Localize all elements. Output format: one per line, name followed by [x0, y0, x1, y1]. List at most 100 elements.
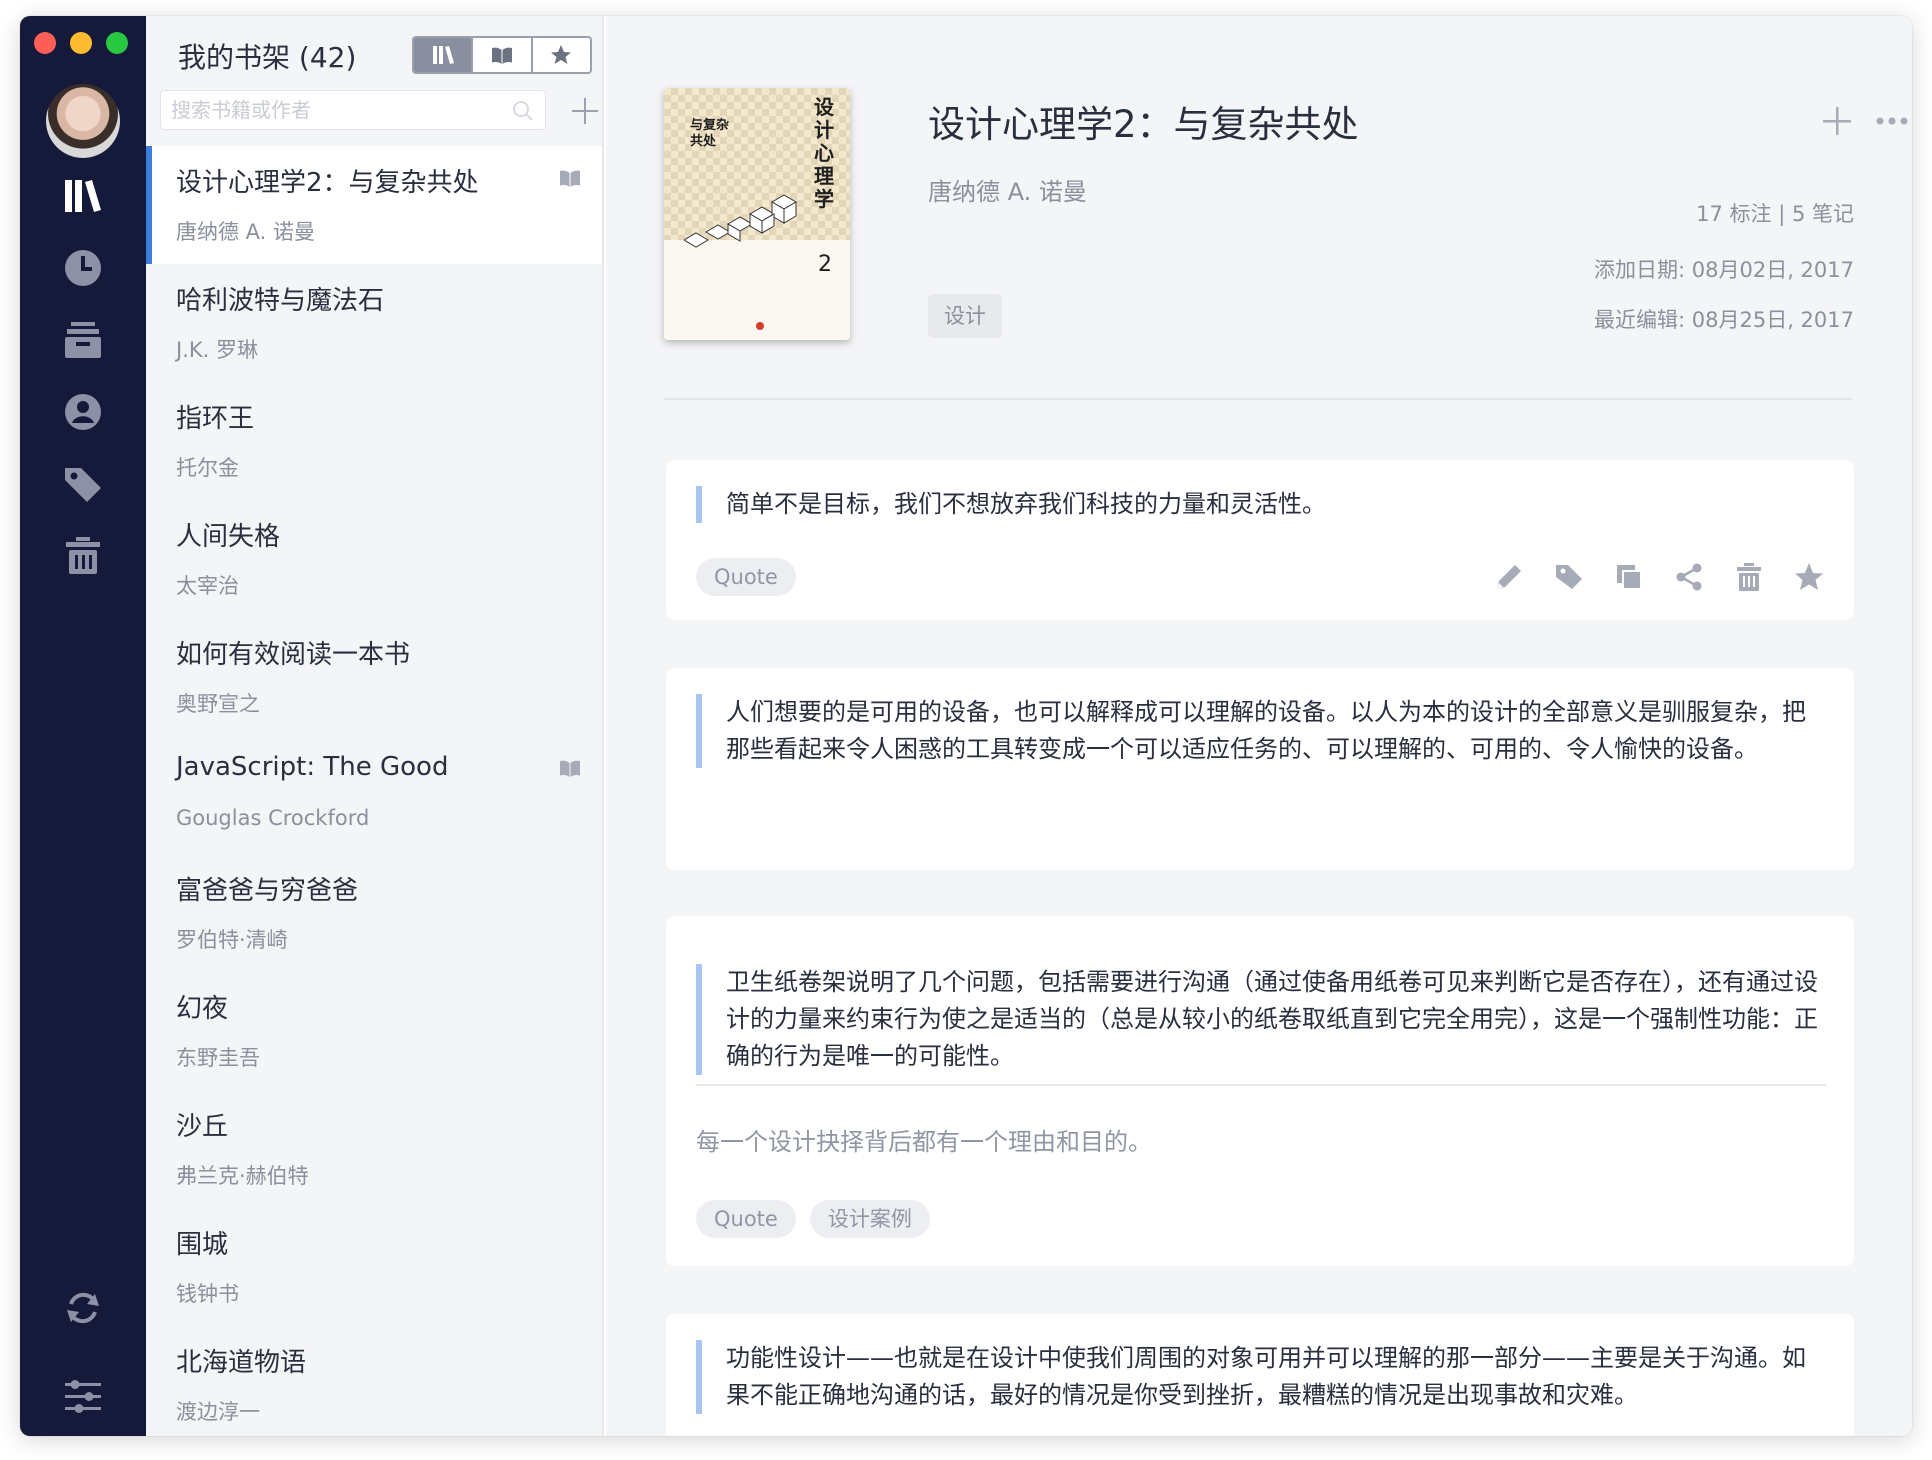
book-list-panel: 我的书架 (42) 设计心理学2：与复杂共处 唐纳德 A. 诺曼 [146, 16, 604, 1436]
book-list-item[interactable]: 哈利波特与魔法石 J.K. 罗琳 [146, 264, 602, 382]
book-list: 设计心理学2：与复杂共处 唐纳德 A. 诺曼 哈利波特与魔法石 J.K. 罗琳 … [146, 146, 602, 1436]
note-comment: 每一个设计抉择背后都有一个理由和目的。 [696, 1128, 1152, 1156]
book-detail-panel: 设计心理学 与复杂共处 2 设计心理学2：与复杂共处 唐纳德 A. 诺曼 设计 … [606, 16, 1912, 1436]
cover-title: 设计心理学 [814, 95, 834, 211]
nav-settings[interactable] [53, 1366, 113, 1426]
archive-icon [65, 322, 101, 358]
nav-recent[interactable] [53, 238, 113, 298]
cover-number: 2 [818, 252, 832, 277]
share-icon [1676, 563, 1702, 591]
note-tags: Quote [696, 558, 796, 596]
edit-note-button[interactable] [1490, 558, 1528, 596]
annotation-counts: 17 标注 | 5 笔记 [1696, 202, 1854, 226]
book-item-title: 设计心理学2：与复杂共处 [176, 168, 479, 198]
open-book-icon [560, 170, 580, 187]
book-list-item[interactable]: 如何有效阅读一本书 奥野宣之 [146, 618, 602, 736]
share-note-button[interactable] [1670, 558, 1708, 596]
close-window-button[interactable] [34, 32, 56, 54]
nav-tags[interactable] [53, 454, 113, 514]
note-card[interactable]: 功能性设计——也就是在设计中使我们周围的对象可用并可以理解的那一部分——主要是关… [666, 1314, 1854, 1436]
added-date: 添加日期: 08月02日, 2017 [1594, 258, 1854, 282]
star-note-button[interactable] [1790, 558, 1828, 596]
note-quote: 人们想要的是可用的设备，也可以解释成可以理解的设备。以人为本的设计的全部意义是驯… [696, 694, 1826, 768]
book-item-author: J.K. 罗琳 [176, 338, 258, 362]
book-list-item[interactable]: 幻夜 东野圭吾 [146, 972, 602, 1090]
book-item-author: 弗兰克·赫伯特 [176, 1164, 309, 1188]
header-divider [664, 398, 1852, 400]
zoom-window-button[interactable] [106, 32, 128, 54]
view-starred-button[interactable] [530, 38, 590, 72]
book-item-title: 人间失格 [176, 522, 281, 552]
settings-sliders-icon [65, 1380, 101, 1413]
sidebar-rail [20, 16, 146, 1436]
book-list-item[interactable]: 人间失格 太宰治 [146, 500, 602, 618]
book-item-title: 如何有效阅读一本书 [176, 640, 411, 670]
book-item-author: 罗伯特·清崎 [176, 928, 288, 952]
book-item-author: 渡边淳一 [176, 1400, 260, 1424]
profile-icon [65, 394, 101, 430]
nav-library[interactable] [53, 166, 113, 226]
book-item-author: 奥野宣之 [176, 692, 260, 716]
nav-archive[interactable] [53, 310, 113, 370]
more-options-icon[interactable] [1872, 104, 1912, 138]
book-item-author: 托尔金 [176, 456, 239, 480]
search-input[interactable] [161, 91, 481, 129]
minimize-window-button[interactable] [70, 32, 92, 54]
user-avatar[interactable] [46, 84, 120, 158]
book-title: 设计心理学2：与复杂共处 [928, 103, 1359, 146]
add-book-button[interactable] [570, 96, 600, 126]
book-list-item[interactable]: 北海道物语 渡边淳一 [146, 1326, 602, 1436]
book-list-item[interactable]: 围城 钱钟书 [146, 1208, 602, 1326]
book-item-title: 富爸爸与穷爸爸 [176, 876, 359, 906]
book-list-item[interactable]: 设计心理学2：与复杂共处 唐纳德 A. 诺曼 [146, 146, 602, 264]
delete-note-button[interactable] [1730, 558, 1768, 596]
tag-pill[interactable]: Quote [696, 558, 796, 596]
book-category-tag[interactable]: 设计 [928, 294, 1002, 338]
view-reading-button[interactable] [471, 38, 530, 72]
note-separator [696, 1084, 1826, 1086]
tag-pill[interactable]: 设计案例 [809, 1200, 930, 1238]
book-item-title: JavaScript: The Good [176, 752, 449, 782]
note-card[interactable]: 卫生纸卷架说明了几个问题，包括需要进行沟通（通过使备用纸卷可见来判断它是否存在）… [666, 916, 1854, 1266]
book-cover: 设计心理学 与复杂共处 2 [664, 88, 850, 340]
book-item-title: 幻夜 [176, 994, 229, 1024]
note-quote: 简单不是目标，我们不想放弃我们科技的力量和灵活性。 [696, 486, 1826, 523]
search-icon[interactable] [511, 99, 535, 123]
nav-profile[interactable] [53, 382, 113, 442]
add-note-button[interactable] [1820, 104, 1854, 138]
book-item-title: 哈利波特与魔法石 [176, 286, 385, 316]
nav-sync[interactable] [53, 1278, 113, 1338]
edited-date: 最近编辑: 08月25日, 2017 [1594, 308, 1854, 332]
tag-note-button[interactable] [1550, 558, 1588, 596]
star-icon [1795, 563, 1823, 590]
book-list-item[interactable]: 沙丘 弗兰克·赫伯特 [146, 1090, 602, 1208]
note-card[interactable]: 人们想要的是可用的设备，也可以解释成可以理解的设备。以人为本的设计的全部意义是驯… [666, 668, 1854, 870]
cover-publisher-dot [756, 322, 764, 330]
note-actions [1490, 558, 1828, 596]
book-list-item[interactable]: JavaScript: The Good Gouglas Crockford [146, 736, 602, 854]
view-shelf-button[interactable] [414, 38, 472, 72]
history-icon [65, 250, 101, 286]
open-book-icon [491, 47, 512, 64]
library-icon [65, 180, 101, 212]
library-icon [432, 46, 454, 64]
book-item-author: 东野圭吾 [176, 1046, 260, 1070]
open-book-icon [560, 760, 580, 777]
sync-icon [67, 1292, 99, 1324]
note-quote: 卫生纸卷架说明了几个问题，包括需要进行沟通（通过使备用纸卷可见来判断它是否存在）… [696, 964, 1826, 1075]
copy-icon [1617, 565, 1642, 590]
trash-icon [1737, 563, 1761, 591]
book-item-author: Gouglas Crockford [176, 806, 370, 830]
note-card[interactable]: 简单不是目标，我们不想放弃我们科技的力量和灵活性。 Quote [666, 460, 1854, 620]
book-list-item[interactable]: 指环王 托尔金 [146, 382, 602, 500]
view-switcher [412, 36, 592, 74]
book-list-item[interactable]: 富爸爸与穷爸爸 罗伯特·清崎 [146, 854, 602, 972]
tag-pill[interactable]: Quote [696, 1200, 796, 1238]
book-item-title: 围城 [176, 1230, 229, 1260]
nav-trash[interactable] [53, 526, 113, 586]
cover-cubes-illustration [684, 194, 797, 248]
trash-icon [66, 537, 100, 574]
copy-note-button[interactable] [1610, 558, 1648, 596]
book-author: 唐纳德 A. 诺曼 [928, 178, 1087, 206]
book-item-title: 北海道物语 [176, 1348, 307, 1378]
